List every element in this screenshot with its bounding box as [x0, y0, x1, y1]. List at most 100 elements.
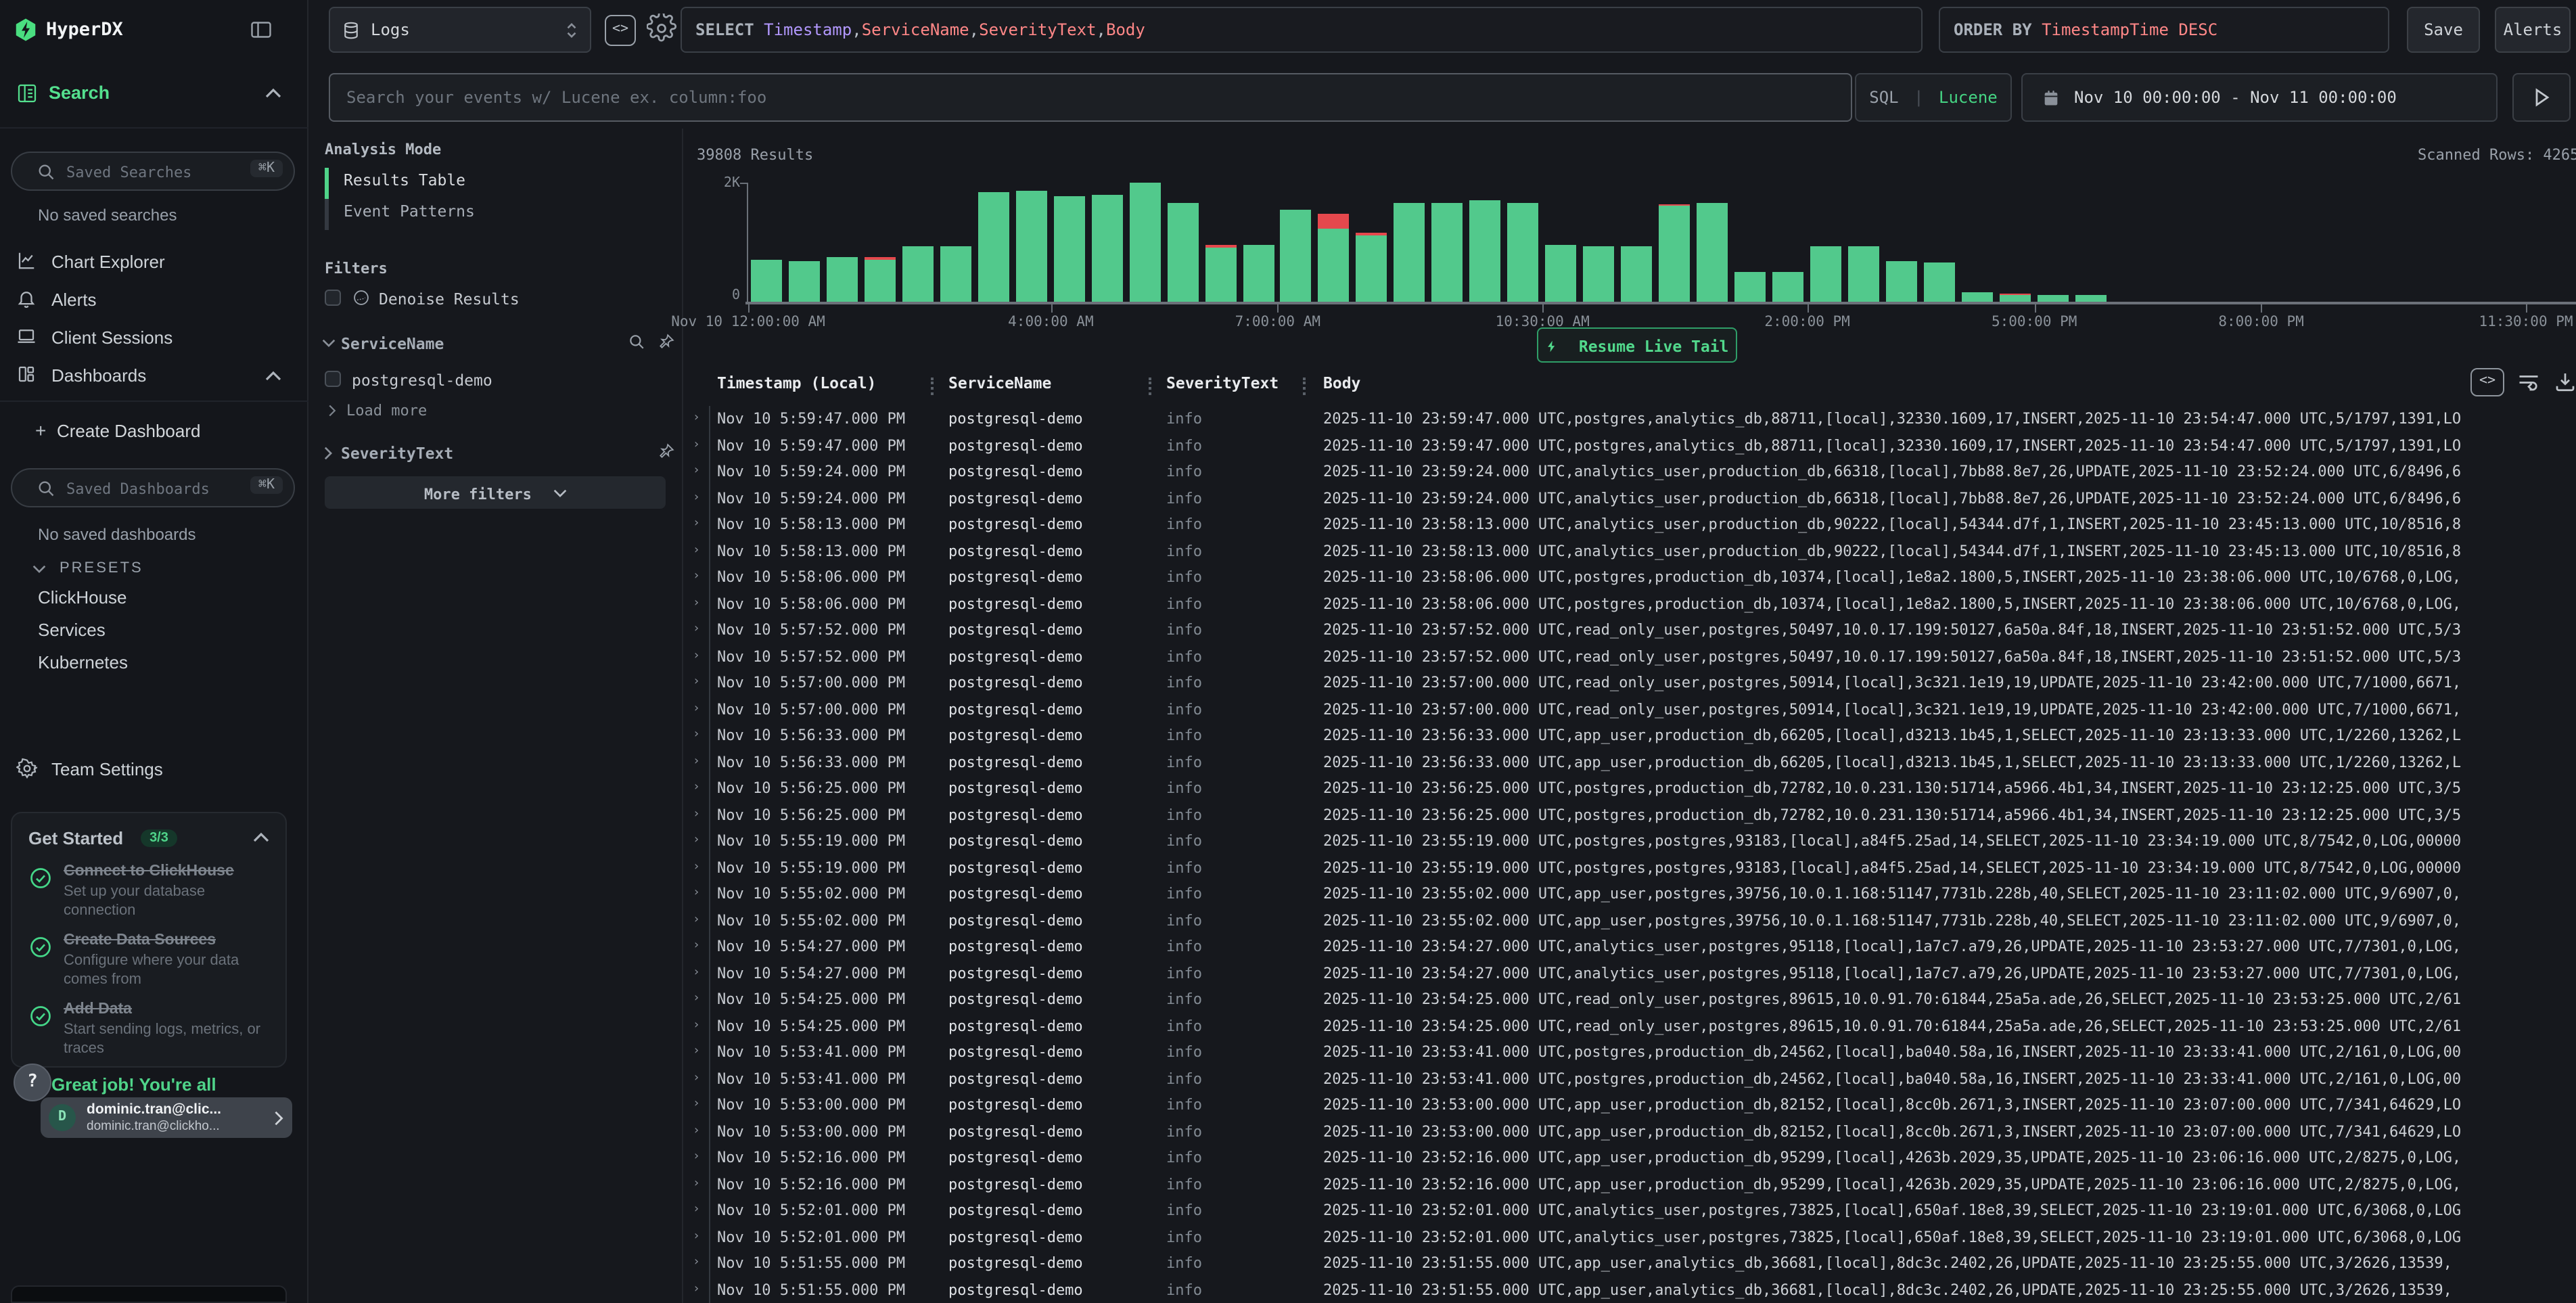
table-row[interactable]: ›Nov 10 5:57:52.000 PMpostgresql-demoinf…	[683, 643, 2576, 670]
user-menu[interactable]: D dominic.tran@clic... dominic.tran@clic…	[41, 1097, 292, 1138]
chart-bar[interactable]	[1810, 247, 1841, 302]
saved-searches-input[interactable]: Saved Searches ⌘K	[11, 152, 295, 191]
table-row[interactable]: ›Nov 10 5:55:02.000 PMpostgresql-demoinf…	[683, 881, 2576, 907]
alerts-button[interactable]: Alerts	[2495, 7, 2571, 53]
chart-bar[interactable]	[1015, 191, 1046, 302]
expand-chevron-icon[interactable]: ›	[693, 670, 700, 696]
resume-live-tail-button[interactable]: Resume Live Tail	[1537, 327, 1737, 363]
more-filters-button[interactable]: More filters	[325, 476, 666, 509]
search-input[interactable]: Search your events w/ Lucene ex. column:…	[329, 73, 1852, 122]
expand-chevron-icon[interactable]: ›	[693, 1171, 700, 1197]
chevron-up-icon[interactable]	[265, 88, 281, 99]
get-started-step[interactable]: Add Data Start sending logs, metrics, or…	[28, 1001, 269, 1058]
chart-bar[interactable]	[751, 260, 782, 302]
chart-bar[interactable]	[827, 258, 858, 302]
service-value-row[interactable]: postgresql-demo	[308, 369, 683, 396]
column-header-timestamp[interactable]: Timestamp (Local)	[717, 373, 876, 392]
sidebar-item-client-sessions[interactable]: Client Sessions	[0, 322, 308, 355]
chart-bar[interactable]	[789, 260, 820, 302]
sidebar-item-dashboards[interactable]: Dashboards	[0, 360, 308, 392]
expand-chevron-icon[interactable]: ›	[693, 723, 700, 749]
sidebar-item-chart-explorer[interactable]: Chart Explorer	[0, 246, 308, 279]
table-row[interactable]: ›Nov 10 5:55:19.000 PMpostgresql-demoinf…	[683, 828, 2576, 854]
table-row[interactable]: ›Nov 10 5:57:00.000 PMpostgresql-demoinf…	[683, 670, 2576, 696]
source-select[interactable]: Logs	[329, 7, 591, 53]
expand-chevron-icon[interactable]: ›	[693, 1039, 700, 1066]
servicename-filter-group[interactable]: ServiceName	[308, 332, 683, 359]
chart-bar[interactable]	[902, 246, 934, 302]
column-resize-handle[interactable]	[931, 378, 934, 395]
get-started-step[interactable]: Connect to ClickHouse Set up your databa…	[28, 863, 269, 920]
expand-chevron-icon[interactable]: ›	[693, 511, 700, 538]
chart-bar[interactable]	[1697, 203, 1728, 302]
chart-bar[interactable]	[1848, 247, 1879, 302]
pin-icon[interactable]	[658, 333, 675, 350]
preset-item-kubernetes[interactable]: Kubernetes	[38, 652, 128, 672]
mode-results-table[interactable]: Results Table	[344, 170, 465, 189]
chart-bar[interactable]	[1432, 203, 1463, 302]
chart-bar[interactable]	[1507, 203, 1538, 302]
chart-bar-error[interactable]	[1659, 204, 1690, 206]
table-row[interactable]: ›Nov 10 5:55:02.000 PMpostgresql-demoinf…	[683, 907, 2576, 934]
chart-bar[interactable]	[1659, 206, 1690, 302]
sidebar-item-alerts[interactable]: Alerts	[0, 284, 308, 317]
expand-chevron-icon[interactable]: ›	[693, 538, 700, 564]
denoise-filter-row[interactable]: Denoise Results	[308, 287, 683, 314]
table-row[interactable]: ›Nov 10 5:59:24.000 PMpostgresql-demoinf…	[683, 459, 2576, 485]
table-row[interactable]: ›Nov 10 5:56:33.000 PMpostgresql-demoinf…	[683, 723, 2576, 749]
sidebar-item-search[interactable]: Search	[0, 78, 308, 116]
sql-mode-label[interactable]: SQL	[1869, 88, 1898, 107]
collapse-sidebar-icon[interactable]	[249, 18, 273, 42]
save-button[interactable]: Save	[2407, 7, 2480, 53]
table-row[interactable]: ›Nov 10 5:53:00.000 PMpostgresql-demoinf…	[683, 1092, 2576, 1118]
table-row[interactable]: ›Nov 10 5:57:52.000 PMpostgresql-demoinf…	[683, 617, 2576, 643]
table-row[interactable]: ›Nov 10 5:59:47.000 PMpostgresql-demoinf…	[683, 432, 2576, 459]
expand-chevron-icon[interactable]: ›	[693, 1092, 700, 1118]
expand-chevron-icon[interactable]: ›	[693, 775, 700, 802]
expand-chevron-icon[interactable]: ›	[693, 1013, 700, 1039]
table-row[interactable]: ›Nov 10 5:56:33.000 PMpostgresql-demoinf…	[683, 749, 2576, 775]
expand-chevron-icon[interactable]: ›	[693, 986, 700, 1013]
table-row[interactable]: ›Nov 10 5:53:41.000 PMpostgresql-demoinf…	[683, 1066, 2576, 1092]
denoise-checkbox[interactable]	[325, 290, 341, 306]
chart-bar[interactable]	[1091, 195, 1122, 302]
chart-bar[interactable]	[1243, 245, 1274, 302]
expand-chevron-icon[interactable]: ›	[693, 406, 700, 432]
mode-event-patterns[interactable]: Event Patterns	[344, 202, 475, 221]
expand-chevron-icon[interactable]: ›	[693, 1250, 700, 1277]
table-row[interactable]: ›Nov 10 5:56:25.000 PMpostgresql-demoinf…	[683, 802, 2576, 828]
table-row[interactable]: ›Nov 10 5:52:01.000 PMpostgresql-demoinf…	[683, 1224, 2576, 1250]
expand-chevron-icon[interactable]: ›	[693, 485, 700, 511]
table-row[interactable]: ›Nov 10 5:55:19.000 PMpostgresql-demoinf…	[683, 854, 2576, 881]
column-header-servicename[interactable]: ServiceName	[948, 373, 1051, 392]
chart-bar[interactable]	[1545, 245, 1576, 302]
saved-dashboards-input[interactable]: Saved Dashboards ⌘K	[11, 468, 295, 507]
load-more-button[interactable]: Load more	[308, 401, 683, 425]
search-icon[interactable]	[628, 333, 645, 350]
chart-bar[interactable]	[1734, 271, 1766, 302]
chart-bar[interactable]	[1923, 262, 1954, 302]
chart-bar[interactable]	[1621, 246, 1652, 302]
service-checkbox[interactable]	[325, 371, 341, 387]
chart-bar[interactable]	[1129, 182, 1160, 302]
column-header-body[interactable]: Body	[1323, 373, 1360, 392]
expand-chevron-icon[interactable]: ›	[693, 1066, 700, 1092]
table-row[interactable]: ›Nov 10 5:54:27.000 PMpostgresql-demoinf…	[683, 934, 2576, 960]
chart-bar[interactable]	[1469, 200, 1500, 302]
lucene-mode-label[interactable]: Lucene	[1939, 88, 1998, 107]
table-row[interactable]: ›Nov 10 5:58:06.000 PMpostgresql-demoinf…	[683, 591, 2576, 617]
table-row[interactable]: ›Nov 10 5:53:00.000 PMpostgresql-demoinf…	[683, 1118, 2576, 1145]
select-query-input[interactable]: SELECT Timestamp,ServiceName,SeverityTex…	[681, 7, 1923, 53]
expand-chevron-icon[interactable]: ›	[693, 1118, 700, 1145]
expand-chevron-icon[interactable]: ›	[693, 907, 700, 934]
table-row[interactable]: ›Nov 10 5:51:55.000 PMpostgresql-demoinf…	[683, 1250, 2576, 1277]
preset-item-services[interactable]: Services	[38, 620, 106, 640]
chart-bar[interactable]	[1999, 294, 2030, 302]
table-row[interactable]: ›Nov 10 5:59:24.000 PMpostgresql-demoinf…	[683, 485, 2576, 511]
chart-bar-error[interactable]	[865, 257, 896, 260]
chart-bar[interactable]	[978, 192, 1009, 302]
table-row[interactable]: ›Nov 10 5:54:25.000 PMpostgresql-demoinf…	[683, 1013, 2576, 1039]
column-resize-handle[interactable]	[1303, 378, 1306, 395]
table-row[interactable]: ›Nov 10 5:58:13.000 PMpostgresql-demoinf…	[683, 538, 2576, 564]
expand-chevron-icon[interactable]: ›	[693, 828, 700, 854]
